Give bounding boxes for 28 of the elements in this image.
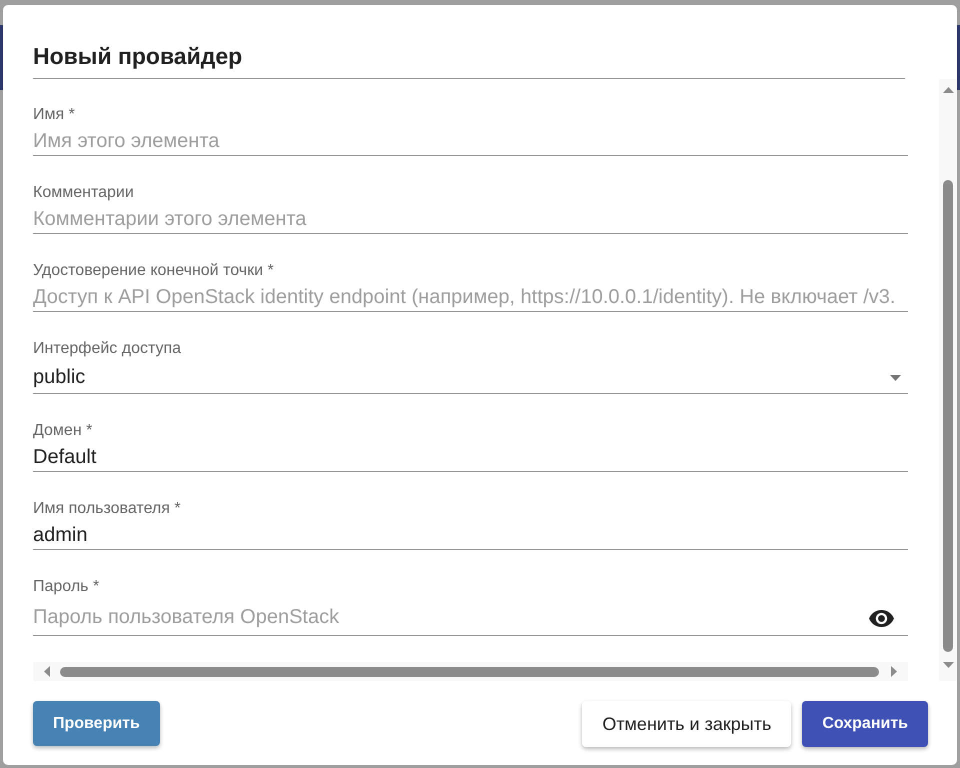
input-field[interactable]: Комментарии этого элемента: [33, 206, 908, 234]
save-button[interactable]: Сохранить: [802, 701, 928, 747]
field-label: Имя пользователя *: [33, 500, 181, 517]
field-label: Интерфейс доступа: [33, 340, 182, 357]
field-label: Домен *: [33, 422, 92, 439]
field-label: Комментарии: [33, 184, 134, 201]
input-field[interactable]: admin: [33, 522, 908, 550]
test-button[interactable]: Проверить: [33, 701, 160, 746]
input-field[interactable]: Default: [33, 444, 908, 472]
scroll-up-arrow-icon[interactable]: [942, 87, 954, 93]
field-label: Имя *: [33, 106, 75, 123]
input-field[interactable]: Имя этого элемента: [33, 128, 908, 156]
cancel-button[interactable]: Отменить и закрыть: [582, 701, 792, 747]
scrollbar-thumb[interactable]: [943, 180, 953, 652]
eye-icon[interactable]: [869, 610, 894, 627]
input-field[interactable]: Доступ к API OpenStack identity endpoint (например, https://10.0.0.1/identity). Не включает /v3.: [33, 284, 908, 312]
field-label: Удостоверение конечной точки *: [33, 262, 274, 279]
password-field[interactable]: Пароль пользователя OpenStack: [33, 600, 908, 636]
scroll-right-arrow-icon[interactable]: [891, 666, 897, 677]
scrollbar-thumb[interactable]: [60, 666, 879, 676]
scroll-left-arrow-icon[interactable]: [44, 666, 50, 677]
dialog-title: Новый провайдер: [33, 43, 242, 69]
field-label: Пароль *: [33, 578, 100, 595]
scroll-down-arrow-icon[interactable]: [942, 662, 954, 668]
vertical-scrollbar[interactable]: [939, 79, 957, 681]
dropdown-field[interactable]: public: [33, 362, 908, 394]
caret-icon: [890, 374, 901, 380]
horizontal-scrollbar[interactable]: [33, 662, 908, 681]
